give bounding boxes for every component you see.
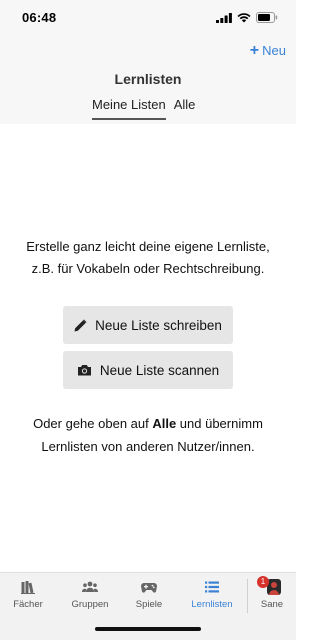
- avatar-icon: 1: [257, 576, 281, 595]
- hint-line-1: Oder gehe oben auf Alle und übernimm: [0, 412, 296, 435]
- plus-icon: +: [249, 42, 260, 59]
- status-bar: 06:48: [0, 0, 296, 36]
- intro-line-2: z.B. für Vokabeln oder Rechtschreibung.: [31, 261, 265, 276]
- intro-line-1: Erstelle ganz leicht deine eigene Lernli…: [26, 239, 270, 254]
- tab-my-lists[interactable]: Meine Listen: [92, 97, 166, 120]
- wifi-icon: [237, 12, 251, 22]
- scan-list-button[interactable]: Neue Liste scannen: [63, 351, 233, 389]
- tabbar-label-faecher: Fächer: [13, 599, 43, 610]
- status-icons: [216, 12, 278, 23]
- tabbar-label-spiele: Spiele: [135, 599, 163, 610]
- tabbar-item-spiele[interactable]: Spiele: [121, 579, 177, 610]
- page-title: Lernlisten: [114, 71, 182, 87]
- hint-prefix: Oder gehe oben auf: [33, 416, 153, 431]
- header: 06:48 + Neu Lernlisten Meine Listen Alle: [0, 0, 296, 124]
- tabbar-label-lernlisten: Lernlisten: [191, 599, 233, 610]
- people-icon: [82, 581, 98, 592]
- tabbar-item-gruppen[interactable]: Gruppen: [62, 579, 118, 610]
- write-list-label: Neue Liste schreiben: [95, 317, 222, 333]
- new-list-button[interactable]: + Neu: [249, 42, 286, 59]
- tabbar-label-profile: Sane: [260, 599, 284, 610]
- signal-icon: [216, 12, 232, 23]
- books-icon: [21, 580, 35, 594]
- write-list-button[interactable]: Neue Liste schreiben: [63, 306, 233, 344]
- camera-icon: [77, 365, 91, 376]
- tabbar-item-profile[interactable]: 1 Sane: [244, 576, 300, 610]
- tab-all[interactable]: Alle: [174, 97, 196, 120]
- hint-text: Oder gehe oben auf Alle und übernimm Ler…: [0, 412, 296, 458]
- status-time: 06:48: [22, 10, 57, 25]
- new-list-label: Neu: [262, 43, 286, 58]
- tabbar-item-faecher[interactable]: Fächer: [0, 579, 56, 610]
- notification-badge: 1: [257, 576, 269, 588]
- home-indicator: [95, 627, 201, 631]
- hint-all-link: Alle: [152, 416, 177, 431]
- list-icon: [205, 581, 219, 593]
- hint-suffix: und übernimm: [176, 416, 263, 431]
- tab-bar: Meine Listen Alle: [92, 97, 195, 120]
- avatar: [267, 579, 281, 595]
- intro-text: Erstelle ganz leicht deine eigene Lernli…: [0, 236, 296, 280]
- hint-line-2: Lernlisten von anderen Nutzer/innen.: [41, 439, 255, 454]
- tabbar-label-gruppen: Gruppen: [71, 599, 109, 610]
- gamepad-icon: [141, 582, 157, 593]
- pencil-icon: [74, 319, 87, 331]
- tabbar-item-lernlisten[interactable]: Lernlisten: [184, 579, 240, 610]
- scan-list-label: Neue Liste scannen: [99, 362, 220, 378]
- battery-icon: [256, 12, 278, 23]
